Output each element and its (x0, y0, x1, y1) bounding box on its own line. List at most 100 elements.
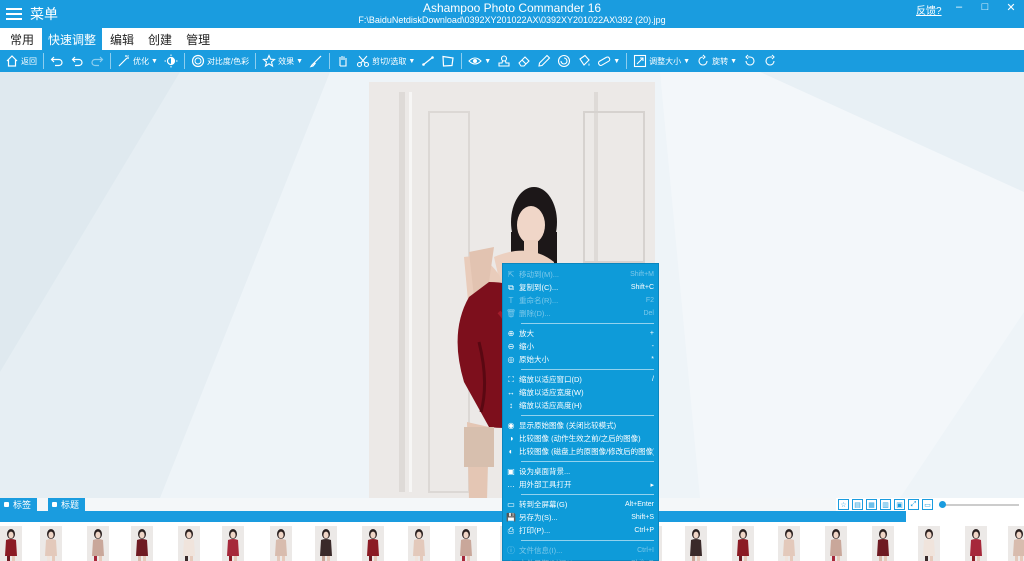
filter-icon[interactable]: ▣ (894, 499, 905, 510)
bandage-button[interactable]: ▼ (594, 51, 623, 71)
hand-tool-button[interactable] (333, 51, 353, 71)
context-menu-item[interactable]: ↔ 缩放以适应宽度(W) (503, 386, 658, 399)
tab-quick-adjust[interactable]: 快速调整 (42, 28, 103, 50)
fit-icon[interactable]: ⤢ (908, 499, 919, 510)
context-menu-item[interactable]: 💾 另存为(S)... Shift+S (503, 511, 658, 524)
thumbnail-image[interactable] (1008, 526, 1024, 561)
tab-edit[interactable]: 编辑 (104, 28, 140, 50)
straighten-button[interactable] (418, 51, 438, 71)
redo-icon (90, 54, 104, 68)
pen-icon (537, 54, 551, 68)
context-menu-item[interactable]: ◎ 原始大小 * (503, 353, 658, 366)
thumbnail-image[interactable] (40, 526, 62, 561)
context-menu-item[interactable]: ⊕ 放大 + (503, 327, 658, 340)
original-size-icon: ◎ (507, 355, 515, 364)
thumbnail-image[interactable] (872, 526, 894, 561)
tab-common[interactable]: 常用 (4, 28, 40, 50)
crop-select-button[interactable]: 剪切/选取 ▼ (353, 51, 418, 71)
undo-button[interactable] (47, 51, 67, 71)
favorite-icon[interactable]: ☆ (838, 499, 849, 510)
monitor-icon[interactable]: ▭ (922, 499, 933, 510)
maximize-button[interactable]: □ (972, 0, 998, 14)
context-menu-item[interactable]: ◉ 显示原始图像 (关闭比较模式) (503, 419, 658, 432)
thumbnail-image[interactable] (87, 526, 109, 561)
toolbar: 返回 优化 ▼ 对比度/色彩 效果 ▼ 剪切/选取 ▼ ▼ ▼ 调整大小 ▼ 旋… (0, 50, 1024, 72)
context-menu-item[interactable]: ◑ 比较图像 (动作生效之前/之后的图像) (503, 432, 658, 445)
context-menu-item[interactable]: ⛶ 缩放以适应窗口(D) / (503, 373, 658, 386)
minimize-button[interactable]: – (946, 0, 972, 14)
context-menu-item[interactable]: ⧉ 复制到(C)... Shift+C (503, 281, 658, 294)
rotate-right-button[interactable] (760, 51, 780, 71)
toolbar-divider (110, 53, 111, 69)
context-menu-item[interactable]: ◐ 比较图像 (磁盘上的原图像/修改后的图像) (503, 445, 658, 458)
grid-view-icon[interactable]: ▦ (866, 499, 877, 510)
thumbnail-image[interactable] (178, 526, 200, 561)
effects-button[interactable]: 效果 ▼ (259, 51, 306, 71)
thumbnail-image[interactable] (222, 526, 244, 561)
crop-select-label: 剪切/选取 (372, 56, 407, 66)
undo-all-button[interactable] (67, 51, 87, 71)
thumbnail-image[interactable] (685, 526, 707, 561)
pin-icon (4, 502, 9, 507)
thumbnail-image[interactable] (825, 526, 847, 561)
thumbnail-image[interactable] (965, 526, 987, 561)
redo-button[interactable] (87, 51, 107, 71)
thumbnail-image[interactable] (455, 526, 477, 561)
context-menu-item[interactable]: ▭ 转到全屏幕(G) Alt+Enter (503, 498, 658, 511)
details-view-icon[interactable]: ▥ (880, 499, 891, 510)
fill-button[interactable] (574, 51, 594, 71)
stamp-button[interactable] (494, 51, 514, 71)
brush-button[interactable] (306, 51, 326, 71)
context-menu-item[interactable]: ↕ 缩放以适应高度(H) (503, 399, 658, 412)
optimize-button[interactable]: 优化 ▼ (114, 51, 161, 71)
thumbnail-image[interactable] (0, 526, 22, 561)
view-mode-icon[interactable]: ▤ (852, 499, 863, 510)
toolbar-divider (626, 53, 628, 69)
pen-button[interactable] (534, 51, 554, 71)
thumbnail-image[interactable] (315, 526, 337, 561)
thumbnail-size-slider[interactable] (939, 499, 1019, 510)
star-icon (262, 54, 277, 68)
contrast-color-button[interactable]: 对比度/色彩 (188, 51, 252, 71)
menu-separator (521, 323, 654, 324)
thumbnail-image[interactable] (732, 526, 754, 561)
context-menu: ⇱ 移动到(M)... Shift+M ⧉ 复制到(C)... Shift+C T 重命名(R… (502, 263, 659, 561)
red-eye-button[interactable]: ▼ (465, 51, 494, 71)
rotate-left-button[interactable] (740, 51, 760, 71)
feedback-link[interactable]: 反馈? (916, 2, 942, 17)
context-menu-item[interactable]: ⎙ 打印(P)... Ctrl+P (503, 524, 658, 537)
close-button[interactable]: ✕ (998, 0, 1024, 14)
eraser-button[interactable] (514, 51, 534, 71)
thumbnail-image[interactable] (362, 526, 384, 561)
thumbnail-image[interactable] (131, 526, 153, 561)
hand-icon (336, 54, 350, 68)
toolbar-divider (43, 53, 44, 69)
tab-manage[interactable]: 管理 (180, 28, 216, 50)
toolbar-divider (329, 53, 331, 69)
context-menu-item[interactable]: ⊖ 缩小 - (503, 340, 658, 353)
menu-item-label: 移动到(M)... (519, 270, 559, 279)
fullscreen-icon: ▭ (507, 500, 515, 509)
thumbnail-image[interactable] (778, 526, 800, 561)
brightness-icon (164, 54, 178, 68)
context-menu-item[interactable]: ▣ 设为桌面背景... (503, 465, 658, 478)
thumbnail-image[interactable] (270, 526, 292, 561)
retouch-button[interactable] (554, 51, 574, 71)
resize-button[interactable]: 调整大小 ▼ (630, 51, 693, 71)
tab-tags[interactable]: 标签 (0, 498, 38, 511)
slider-thumb[interactable] (939, 501, 946, 508)
thumbnail-image[interactable] (408, 526, 430, 561)
rotate-button[interactable]: 旋转 ▼ (693, 51, 740, 71)
context-menu-item[interactable]: … 用外部工具打开 ▸ (503, 478, 658, 491)
thumbnail-image[interactable] (918, 526, 940, 561)
tab-create[interactable]: 创建 (142, 28, 178, 50)
tab-title[interactable]: 标题 (48, 498, 86, 511)
back-button[interactable]: 返回 (2, 51, 40, 71)
brightness-button[interactable] (161, 51, 181, 71)
menu-item-shortcut: Ctrl+P (634, 527, 654, 534)
menu-item-shortcut: Shift+M (630, 271, 654, 278)
menu-item-label: 打印(P)... (519, 526, 551, 535)
menu-item-label: 设为桌面背景... (519, 467, 571, 476)
magic-wand-icon (117, 54, 131, 68)
perspective-button[interactable] (438, 51, 458, 71)
